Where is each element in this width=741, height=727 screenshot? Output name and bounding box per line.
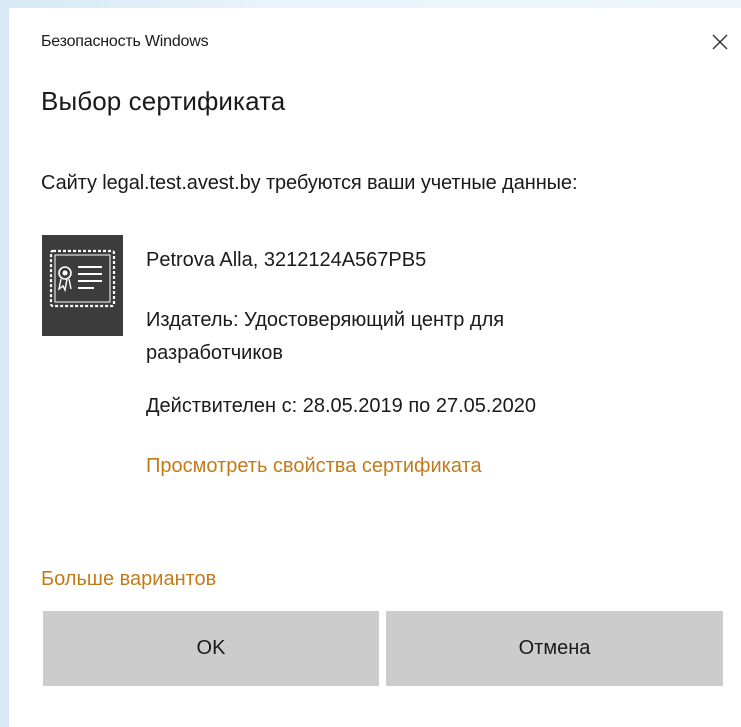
certificate-icon bbox=[42, 235, 123, 336]
certificate-issuer: Издатель: Удостоверяющий центр для разра… bbox=[146, 309, 505, 364]
credentials-prompt: Сайту legal.test.avest.by требуются ваши… bbox=[41, 172, 578, 194]
close-button[interactable] bbox=[699, 22, 741, 62]
ok-button[interactable]: OK bbox=[43, 611, 379, 686]
close-icon bbox=[712, 34, 728, 50]
view-certificate-properties-link[interactable]: Просмотреть свойства сертификата bbox=[146, 452, 686, 480]
certificate-validity: Действителен с: 28.05.2019 по 27.05.2020 bbox=[146, 395, 536, 417]
certificate-name: Petrova Alla, 3212124A567PB5 bbox=[146, 249, 427, 271]
more-options-link[interactable]: Больше вариантов bbox=[41, 568, 216, 591]
certificate-dialog: Безопасность Windows Выбор сертификата С… bbox=[9, 8, 741, 727]
window-title: Безопасность Windows bbox=[41, 33, 209, 50]
cancel-button[interactable]: Отмена bbox=[386, 611, 723, 686]
certificate-details[interactable]: Petrova Alla, 3212124A567PB5 Издатель: У… bbox=[146, 246, 686, 480]
dialog-heading: Выбор сертификата bbox=[41, 86, 286, 116]
